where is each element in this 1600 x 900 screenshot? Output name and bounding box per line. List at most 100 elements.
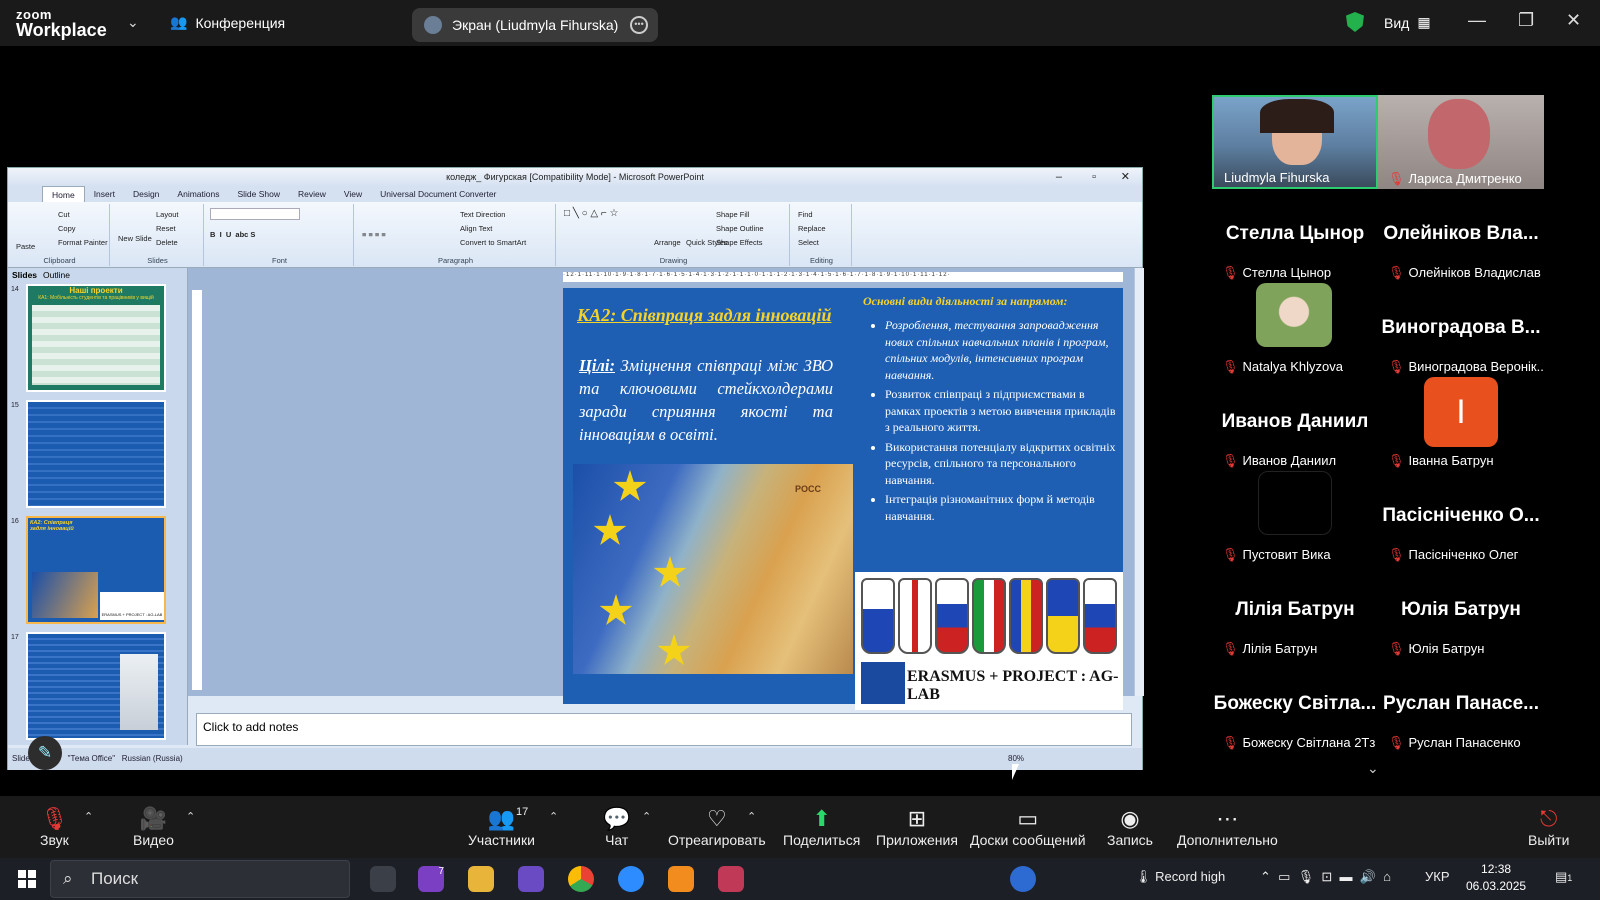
layout-button[interactable]: Layout	[156, 210, 179, 219]
bold-button[interactable]: B I U abc S	[210, 230, 255, 239]
pencil-icon[interactable]: ✎	[28, 736, 62, 770]
tab-slide-show[interactable]: Slide Show	[228, 186, 289, 202]
search-input[interactable]: ⌕ Поиск	[50, 860, 350, 898]
file-explorer-icon[interactable]	[468, 866, 494, 892]
shield-icon[interactable]	[1346, 12, 1364, 32]
participant-tile[interactable]: Иванов Даниил 🎙 Иванов Даниил	[1212, 377, 1378, 471]
new-slide-button[interactable]: New Slide	[118, 234, 152, 243]
tab-udc[interactable]: Universal Document Converter	[371, 186, 505, 202]
chat-button[interactable]: 💬 Чат	[603, 806, 630, 848]
meeting-button[interactable]: 👥 Конференция	[170, 14, 285, 31]
restore-icon[interactable]: ❐	[1518, 10, 1534, 31]
chrome-icon[interactable]	[568, 866, 594, 892]
notes-pane[interactable]: Click to add notes	[196, 713, 1132, 746]
convert-smartart-button[interactable]: Convert to SmartArt	[460, 238, 526, 247]
cloud-icon[interactable]	[668, 866, 694, 892]
format-painter-button[interactable]: Format Painter	[58, 238, 108, 247]
tab-design[interactable]: Design	[124, 186, 168, 202]
caret-up-icon[interactable]: ⌃	[549, 810, 558, 823]
weather-widget[interactable]: 🌡 Record high	[1135, 869, 1225, 885]
ppt-minimize-icon[interactable]: –	[1056, 168, 1062, 186]
text-direction-button[interactable]: Text Direction	[460, 210, 505, 219]
app-icon[interactable]	[518, 866, 544, 892]
tab-insert[interactable]: Insert	[85, 186, 124, 202]
align-icons[interactable]: ≡ ≡ ≡ ≡	[362, 230, 386, 239]
chevron-down-icon[interactable]: ⌄	[1367, 760, 1379, 777]
arrange-button[interactable]: Arrange	[654, 238, 681, 247]
replace-button[interactable]: Replace	[798, 224, 826, 233]
caret-up-icon[interactable]: ⌃	[186, 810, 195, 823]
notifications-icon[interactable]: ▤1	[1555, 869, 1572, 885]
reset-button[interactable]: Reset	[156, 224, 176, 233]
video-tile[interactable]: 🎙 Лариса Дмитренко	[1378, 95, 1544, 189]
ppt-restore-icon[interactable]: ▫	[1092, 168, 1096, 186]
slide-thumbnail-selected[interactable]: КА2: Співпраця задля інновацій ERASMUS +…	[26, 516, 166, 624]
tab-outline[interactable]: Outline	[43, 270, 70, 280]
leave-button[interactable]: ⎋ Выйти	[1528, 806, 1569, 848]
tab-review[interactable]: Review	[289, 186, 335, 202]
caret-up-icon[interactable]: ⌃	[642, 810, 651, 823]
participant-tile[interactable]: І 🎙 Іванна Батрун	[1378, 377, 1544, 471]
shape-fill-button[interactable]: Shape Fill	[716, 210, 749, 219]
tab-slides[interactable]: Slides	[12, 270, 37, 280]
video-tile-active[interactable]: Liudmyla Fihurska	[1212, 95, 1378, 189]
vertical-ruler	[192, 290, 202, 690]
audio-button[interactable]: 🎙 Звук	[40, 806, 69, 848]
participant-tile[interactable]: Виноградова В... 🎙 Виноградова Веронік...	[1378, 283, 1544, 377]
shape-effects-button[interactable]: Shape Effects	[716, 238, 763, 247]
shapes-gallery[interactable]: □ ╲ ○ △ ⌐ ☆	[564, 208, 619, 219]
font-name-field[interactable]	[210, 208, 300, 220]
ppt-close-icon[interactable]: ✕	[1121, 168, 1130, 186]
caret-up-icon[interactable]: ⌃	[747, 810, 756, 823]
language-indicator[interactable]: УКР	[1425, 869, 1450, 884]
view-label: Вид	[1384, 14, 1410, 31]
whiteboards-button[interactable]: ▭ Доски сообщений	[970, 806, 1086, 848]
delete-button[interactable]: Delete	[156, 238, 178, 247]
help-icon[interactable]	[1010, 866, 1036, 892]
close-icon[interactable]: ✕	[1566, 10, 1581, 31]
cut-button[interactable]: Cut	[58, 210, 70, 219]
app-icon[interactable]	[718, 866, 744, 892]
tab-home[interactable]: Home	[42, 186, 85, 202]
participant-tile[interactable]: Руслан Панасе... 🎙 Руслан Панасенко	[1378, 659, 1544, 753]
current-slide[interactable]: КА2: Співпраця задля інновацій Цілі: Змі…	[563, 288, 1123, 710]
participant-tile[interactable]: Стелла Цынор 🎙 Стелла Цынор	[1212, 189, 1378, 283]
tray-icons[interactable]: ⌃ ▭ 🎙 ⊡ ▬ 🔊 ⌂	[1260, 869, 1391, 885]
record-button[interactable]: ◉ Запись	[1107, 806, 1153, 848]
participant-tile[interactable]: 🎙 Пустовит Вика	[1212, 471, 1378, 565]
task-view-icon[interactable]	[370, 866, 396, 892]
video-button[interactable]: 🎥 Видео	[133, 806, 174, 848]
chevron-down-icon[interactable]: ⌄	[127, 14, 139, 31]
participant-tile[interactable]: Пасісніченко О... 🎙 Пасісніченко Олег	[1378, 471, 1544, 565]
view-button[interactable]: Вид ▦	[1384, 14, 1431, 31]
windows-start-icon[interactable]	[18, 870, 36, 888]
participant-tile[interactable]: Олейніков Вла... 🎙 Олейніков Владислав	[1378, 189, 1544, 283]
align-text-button[interactable]: Align Text	[460, 224, 492, 233]
participant-tile[interactable]: Божеску Світла... 🎙 Божеску Світлана 2Тз	[1212, 659, 1378, 753]
slide-thumbnail[interactable]	[26, 632, 166, 740]
select-button[interactable]: Select	[798, 238, 819, 247]
shape-outline-button[interactable]: Shape Outline	[716, 224, 764, 233]
paste-button[interactable]: Paste	[16, 242, 35, 251]
more-button[interactable]: ⋯ Дополнительно	[1177, 806, 1278, 848]
minimize-icon[interactable]: —	[1468, 10, 1486, 31]
participant-tile[interactable]: 🎙 Natalya Khlyzova	[1212, 283, 1378, 377]
apps-button[interactable]: ⊞ Приложения	[876, 806, 958, 848]
more-icon[interactable]: •••	[630, 16, 648, 34]
caret-up-icon[interactable]: ⌃	[84, 810, 93, 823]
share-button[interactable]: ⬆ Поделиться	[783, 806, 860, 848]
zoom-icon[interactable]	[618, 866, 644, 892]
slide-thumbnail[interactable]	[26, 400, 166, 508]
find-button[interactable]: Find	[798, 210, 813, 219]
clock[interactable]: 12:38 06.03.2025	[1466, 861, 1526, 895]
copy-button[interactable]: Copy	[58, 224, 76, 233]
slide-thumbnail[interactable]: Наші проекти КА1: Мобільність студентів …	[26, 284, 166, 392]
tab-view[interactable]: View	[335, 186, 371, 202]
screen-share-pill[interactable]: Экран (Liudmyla Fihurska) •••	[412, 8, 658, 42]
participants-button[interactable]: 👥 17 Участники	[468, 806, 535, 848]
viber-icon[interactable]: 7	[418, 866, 444, 892]
vertical-scrollbar[interactable]	[1134, 268, 1144, 696]
tab-animations[interactable]: Animations	[168, 186, 228, 202]
participant-tile[interactable]: Лілія Батрун 🎙 Лілія Батрун	[1212, 565, 1378, 659]
participant-tile[interactable]: Юлія Батрун 🎙 Юлія Батрун	[1378, 565, 1544, 659]
